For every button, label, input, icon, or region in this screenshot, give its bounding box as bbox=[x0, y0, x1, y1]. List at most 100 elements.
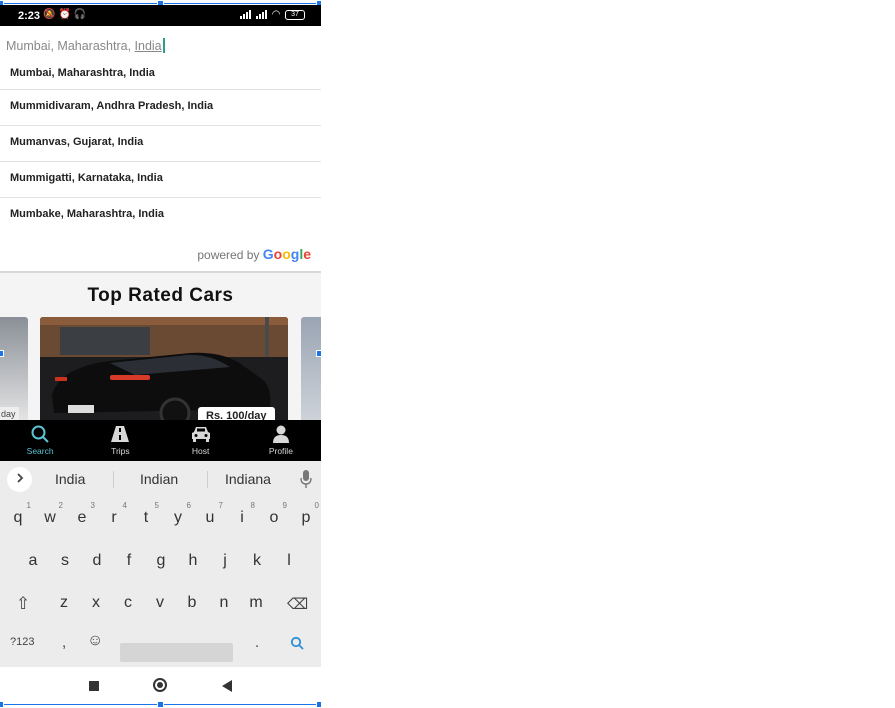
key-q[interactable]: q1 bbox=[7, 501, 31, 527]
key-z[interactable]: z bbox=[53, 594, 75, 612]
key-m[interactable]: m bbox=[245, 594, 267, 612]
key-v[interactable]: v bbox=[149, 594, 171, 612]
bottom-navigation: Search Trips Host Profile bbox=[0, 420, 321, 461]
autocomplete-list: Mumbai, Maharashtra, India Mummidivaram,… bbox=[0, 57, 321, 234]
key-i[interactable]: i8 bbox=[231, 501, 255, 527]
home-button[interactable] bbox=[153, 678, 167, 692]
key-t[interactable]: t5 bbox=[135, 501, 159, 527]
key-label: p bbox=[301, 509, 311, 526]
key-alt-number: 2 bbox=[58, 501, 63, 510]
key-r[interactable]: r4 bbox=[103, 501, 127, 527]
wifi-icon: ◠ bbox=[272, 9, 280, 20]
key-n[interactable]: n bbox=[213, 594, 235, 612]
microphone-icon[interactable] bbox=[300, 470, 312, 488]
selection-handle[interactable] bbox=[157, 701, 164, 708]
recents-button[interactable] bbox=[89, 681, 99, 691]
google-logo-letter: G bbox=[262, 246, 274, 262]
key-e[interactable]: e3 bbox=[71, 501, 95, 527]
key-b[interactable]: b bbox=[181, 594, 203, 612]
person-icon bbox=[272, 425, 289, 443]
space-bar[interactable] bbox=[120, 643, 233, 662]
key-p[interactable]: p0 bbox=[295, 501, 319, 527]
symbols-key[interactable]: ?123 bbox=[10, 636, 34, 648]
autocomplete-item[interactable]: Mumanvas, Gujarat, India bbox=[0, 126, 321, 162]
keyboard-suggestion[interactable]: India bbox=[55, 471, 85, 487]
battery-icon: 37 bbox=[285, 9, 305, 20]
signal-icon bbox=[256, 10, 268, 19]
key-label: r bbox=[111, 509, 117, 526]
car-card-previous[interactable]: day bbox=[0, 317, 28, 420]
key-x[interactable]: x bbox=[85, 594, 107, 612]
key-c[interactable]: c bbox=[117, 594, 139, 612]
selection-handle[interactable] bbox=[0, 701, 4, 708]
chevron-right-icon bbox=[16, 473, 23, 483]
keyboard-row-4: ?123 , ☺ . bbox=[0, 631, 321, 671]
powered-by-google: powered by Google bbox=[197, 246, 311, 262]
nav-label: Search bbox=[26, 446, 54, 456]
expand-toolbar-button[interactable] bbox=[7, 467, 32, 492]
status-bar: 2:23 🔕⏰🎧 ◠ 37 bbox=[0, 5, 321, 26]
key-alt-number: 7 bbox=[218, 501, 223, 510]
key-label: w bbox=[44, 509, 56, 526]
backspace-key[interactable]: ⌫ bbox=[287, 595, 308, 613]
keyboard-suggestion-strip: India Indian Indiana bbox=[0, 461, 321, 497]
key-y[interactable]: y6 bbox=[167, 501, 191, 527]
location-search-input[interactable]: Mumbai, Maharashtra, India bbox=[6, 36, 306, 56]
keyboard-suggestion[interactable]: Indiana bbox=[225, 471, 271, 487]
car-card[interactable]: Rs. 100/day bbox=[40, 317, 288, 420]
key-o[interactable]: o9 bbox=[263, 501, 287, 527]
key-u[interactable]: u7 bbox=[199, 501, 223, 527]
nav-host[interactable]: Host bbox=[161, 420, 241, 461]
key-alt-number: 3 bbox=[90, 501, 95, 510]
phone-screen: 2:23 🔕⏰🎧 ◠ 37 Mumbai, Maharashtra, India… bbox=[0, 0, 321, 708]
google-logo-letter: e bbox=[303, 246, 311, 262]
home-dot bbox=[157, 682, 163, 688]
autocomplete-item[interactable]: Mummigatti, Karnataka, India bbox=[0, 162, 321, 198]
key-j[interactable]: j bbox=[214, 552, 236, 570]
nav-label: Profile bbox=[268, 446, 293, 456]
key-f[interactable]: f bbox=[118, 552, 140, 570]
autocomplete-item[interactable]: Mumbai, Maharashtra, India bbox=[0, 57, 321, 90]
keyboard-row-2: asdfghjkl bbox=[0, 550, 321, 590]
period-key[interactable]: . bbox=[255, 634, 259, 651]
car-card-next[interactable] bbox=[301, 317, 321, 420]
key-a[interactable]: a bbox=[22, 552, 44, 570]
nav-search[interactable]: Search bbox=[0, 420, 80, 461]
emoji-key[interactable]: ☺ bbox=[87, 632, 103, 650]
key-label: q bbox=[13, 509, 23, 526]
back-button[interactable] bbox=[221, 680, 233, 692]
key-label: i bbox=[240, 509, 244, 526]
comma-key[interactable]: , bbox=[62, 634, 66, 651]
search-icon bbox=[31, 425, 49, 443]
section-title: Top Rated Cars bbox=[87, 285, 234, 306]
key-alt-number: 8 bbox=[250, 501, 255, 510]
key-d[interactable]: d bbox=[86, 552, 108, 570]
key-alt-number: 5 bbox=[154, 501, 159, 510]
key-label: t bbox=[143, 509, 149, 526]
autocomplete-item[interactable]: Mummidivaram, Andhra Pradesh, India bbox=[0, 90, 321, 126]
key-h[interactable]: h bbox=[182, 552, 204, 570]
key-w[interactable]: w2 bbox=[39, 501, 63, 527]
search-value-text: Mumbai, Maharashtra, bbox=[6, 39, 135, 53]
key-s[interactable]: s bbox=[54, 552, 76, 570]
search-composing-text: India bbox=[134, 39, 162, 53]
search-icon[interactable] bbox=[290, 636, 304, 650]
soft-keyboard: India Indian Indiana q1 w2 e3 r4 t5 y6 u7 i8 o9 p… bbox=[0, 461, 321, 667]
nav-label: Host bbox=[191, 446, 210, 456]
keyboard-suggestion[interactable]: Indian bbox=[140, 471, 178, 487]
autocomplete-item[interactable]: Mumbake, Maharashtra, India bbox=[0, 198, 321, 234]
key-k[interactable]: k bbox=[246, 552, 268, 570]
price-tag: Rs. 100/day bbox=[198, 407, 275, 420]
nav-profile[interactable]: Profile bbox=[241, 420, 321, 461]
nav-label: Trips bbox=[111, 446, 130, 456]
selection-handle[interactable] bbox=[316, 701, 321, 708]
road-icon bbox=[111, 426, 130, 442]
selection-handle[interactable] bbox=[316, 350, 321, 357]
nav-trips[interactable]: Trips bbox=[80, 420, 160, 461]
selection-handle[interactable] bbox=[0, 350, 4, 357]
key-g[interactable]: g bbox=[150, 552, 172, 570]
key-l[interactable]: l bbox=[278, 552, 300, 570]
key-alt-number: 1 bbox=[26, 501, 31, 510]
signal-icon bbox=[240, 10, 252, 19]
shift-key[interactable]: ⇧ bbox=[16, 594, 30, 614]
